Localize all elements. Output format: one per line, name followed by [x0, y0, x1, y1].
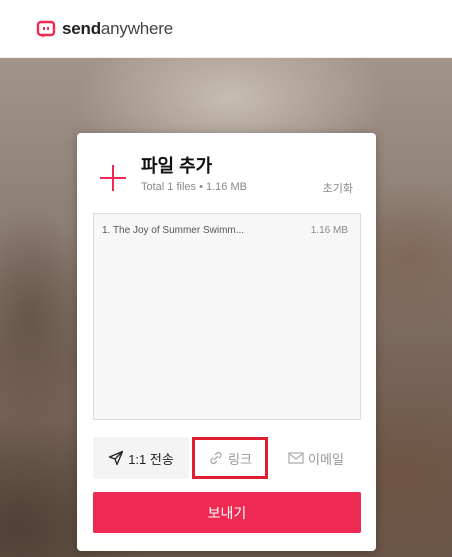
app-header: sendanywhere — [0, 0, 452, 58]
paper-plane-icon — [109, 450, 124, 466]
tab-email[interactable]: 이메일 — [271, 437, 361, 479]
card-title[interactable]: 파일 추가 — [141, 152, 212, 178]
send-card: 파일 추가 Total 1 files • 1.16 MB 초기화 1. The… — [77, 133, 376, 551]
list-item[interactable]: 1. The Joy of Summer Swimm... 1.16 MB — [94, 214, 360, 246]
link-icon — [210, 451, 222, 465]
file-list[interactable]: 1. The Joy of Summer Swimm... 1.16 MB — [93, 213, 361, 420]
tab-direct-transfer[interactable]: 1:1 전송 — [93, 437, 189, 479]
send-button[interactable]: 보내기 — [93, 492, 361, 533]
plus-icon[interactable] — [100, 165, 126, 191]
sendanywhere-logo-icon — [36, 20, 56, 38]
tab-link-label: 링크 — [228, 451, 252, 467]
reset-button[interactable]: 초기화 — [323, 180, 353, 196]
tab-direct-label: 1:1 전송 — [128, 451, 174, 467]
mail-icon — [288, 452, 304, 464]
logo-text: sendanywhere — [62, 18, 174, 38]
tab-link[interactable]: 링크 — [192, 437, 268, 479]
file-summary: Total 1 files • 1.16 MB — [141, 181, 247, 193]
card-header: 파일 추가 Total 1 files • 1.16 MB 초기화 — [77, 133, 376, 213]
file-size: 1.16 MB — [310, 224, 348, 236]
transfer-mode-tabs: 1:1 전송 링크 이메일 — [93, 437, 361, 479]
logo[interactable]: sendanywhere — [36, 19, 173, 39]
tab-email-label: 이메일 — [308, 451, 344, 467]
file-name: 1. The Joy of Summer Swimm... — [102, 224, 245, 236]
